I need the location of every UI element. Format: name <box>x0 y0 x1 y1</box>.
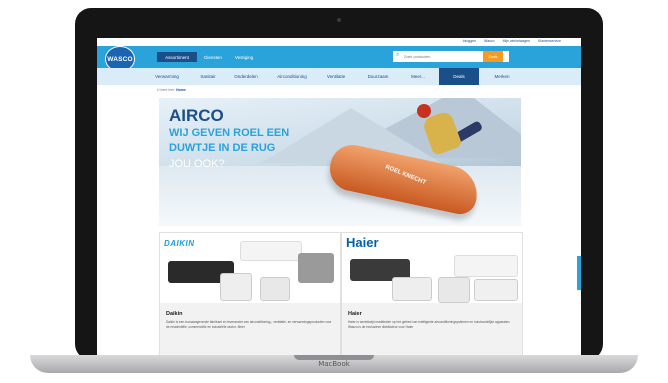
nav-item-meer[interactable]: Meer... <box>401 68 435 85</box>
hero-subtitle-line2: DUWTJE IN DE RUG <box>169 142 276 154</box>
ac-outdoor-unit <box>474 279 518 301</box>
brand-card-photo: DAIKIN <box>160 233 340 303</box>
brand-card-footer: Daikin Daikin is een toonaangevende fabr… <box>160 303 340 356</box>
category-nav: Verwarming Sanitair Onderdelen Aircondit… <box>97 68 581 85</box>
breadcrumb-prefix: U bent hier: <box>157 88 176 92</box>
ac-unit-white <box>240 241 302 261</box>
utility-link-login[interactable]: Inloggen <box>463 39 476 43</box>
brand-card-text: Haier is wereldwijd marktleider op het g… <box>348 320 511 329</box>
nav-item-verwarming[interactable]: Verwarming <box>147 68 187 85</box>
utility-link-service[interactable]: Klantenservice <box>538 39 561 43</box>
ac-cassette-unit <box>392 277 432 301</box>
ac-outdoor-unit <box>438 277 470 303</box>
search-button[interactable]: Zoek <box>483 51 503 62</box>
brand-card-photo: Haier <box>342 233 522 303</box>
breadcrumb: U bent hier: Home <box>157 88 186 92</box>
hero-question: JOU OOK? <box>169 158 225 170</box>
brand-card-title[interactable]: Daikin <box>166 311 183 317</box>
utility-bar: Inloggen Wasco Mijn winkelwagen Klantens… <box>97 38 581 46</box>
brand-card-haier[interactable]: Haier Haier Haier is wereldwijd marktlei… <box>341 232 523 356</box>
nav-item-airconditioning[interactable]: Airconditioning <box>267 68 317 85</box>
brand-card-daikin[interactable]: DAIKIN Daikin Daikin is een toonaangeven… <box>159 232 341 356</box>
brand-card-title[interactable]: Haier <box>348 311 362 317</box>
brand-card-footer: Haier Haier is wereldwijd marktleider op… <box>342 303 522 356</box>
feedback-tab[interactable] <box>577 256 581 290</box>
breadcrumb-current[interactable]: Home <box>176 88 186 92</box>
tab-vestiging[interactable]: Vestiging <box>229 52 259 62</box>
nav-item-deals[interactable]: Deals <box>439 68 479 85</box>
search-icon: ⌕ <box>396 52 400 58</box>
nav-item-onderdelen[interactable]: Onderdelen <box>227 68 265 85</box>
utility-link-wasco[interactable]: Wasco <box>484 39 495 43</box>
daikin-logo: DAIKIN <box>164 239 195 248</box>
tab-diensten[interactable]: Diensten <box>199 52 227 62</box>
utility-links: Inloggen Wasco Mijn winkelwagen Klantens… <box>456 39 561 43</box>
search-input[interactable] <box>404 51 484 62</box>
hero-title: AIRCO <box>169 106 224 125</box>
hero-banner[interactable]: AIRCO WIJ GEVEN ROEL EEN DUWTJE IN DE RU… <box>159 98 521 226</box>
laptop-lid: Inloggen Wasco Mijn winkelwagen Klantens… <box>75 8 603 360</box>
macbook-label: MacBook <box>318 360 350 368</box>
laptop-screen: Inloggen Wasco Mijn winkelwagen Klantens… <box>97 38 581 356</box>
hero-subtitle-line1: WIJ GEVEN ROEL EEN <box>169 127 290 139</box>
camera-dot <box>337 18 341 22</box>
nav-item-ventilatie[interactable]: Ventilatie <box>319 68 353 85</box>
ac-unit-floor <box>220 273 252 301</box>
nav-item-sanitair[interactable]: Sanitair <box>191 68 225 85</box>
ac-unit-white <box>454 255 518 277</box>
brand-card-text: Daikin is een toonaangevende fabrikant e… <box>166 320 332 329</box>
haier-logo: Haier <box>346 235 379 250</box>
site-header: WASCO Assortiment Diensten Vestiging ⌕ Z… <box>97 46 581 72</box>
rider-helmet <box>417 104 431 118</box>
laptop-base: MacBook <box>30 355 638 373</box>
utility-link-cart[interactable]: Mijn winkelwagen <box>503 39 530 43</box>
nav-item-merken[interactable]: Merken <box>485 68 519 85</box>
bobsled-label: ROEL KNECHT <box>384 164 427 187</box>
nav-item-duurzaam[interactable]: Duurzaam <box>361 68 395 85</box>
ac-unit-grey <box>298 253 334 283</box>
ac-outdoor-unit <box>260 277 290 301</box>
tab-assortiment[interactable]: Assortiment <box>157 52 197 62</box>
